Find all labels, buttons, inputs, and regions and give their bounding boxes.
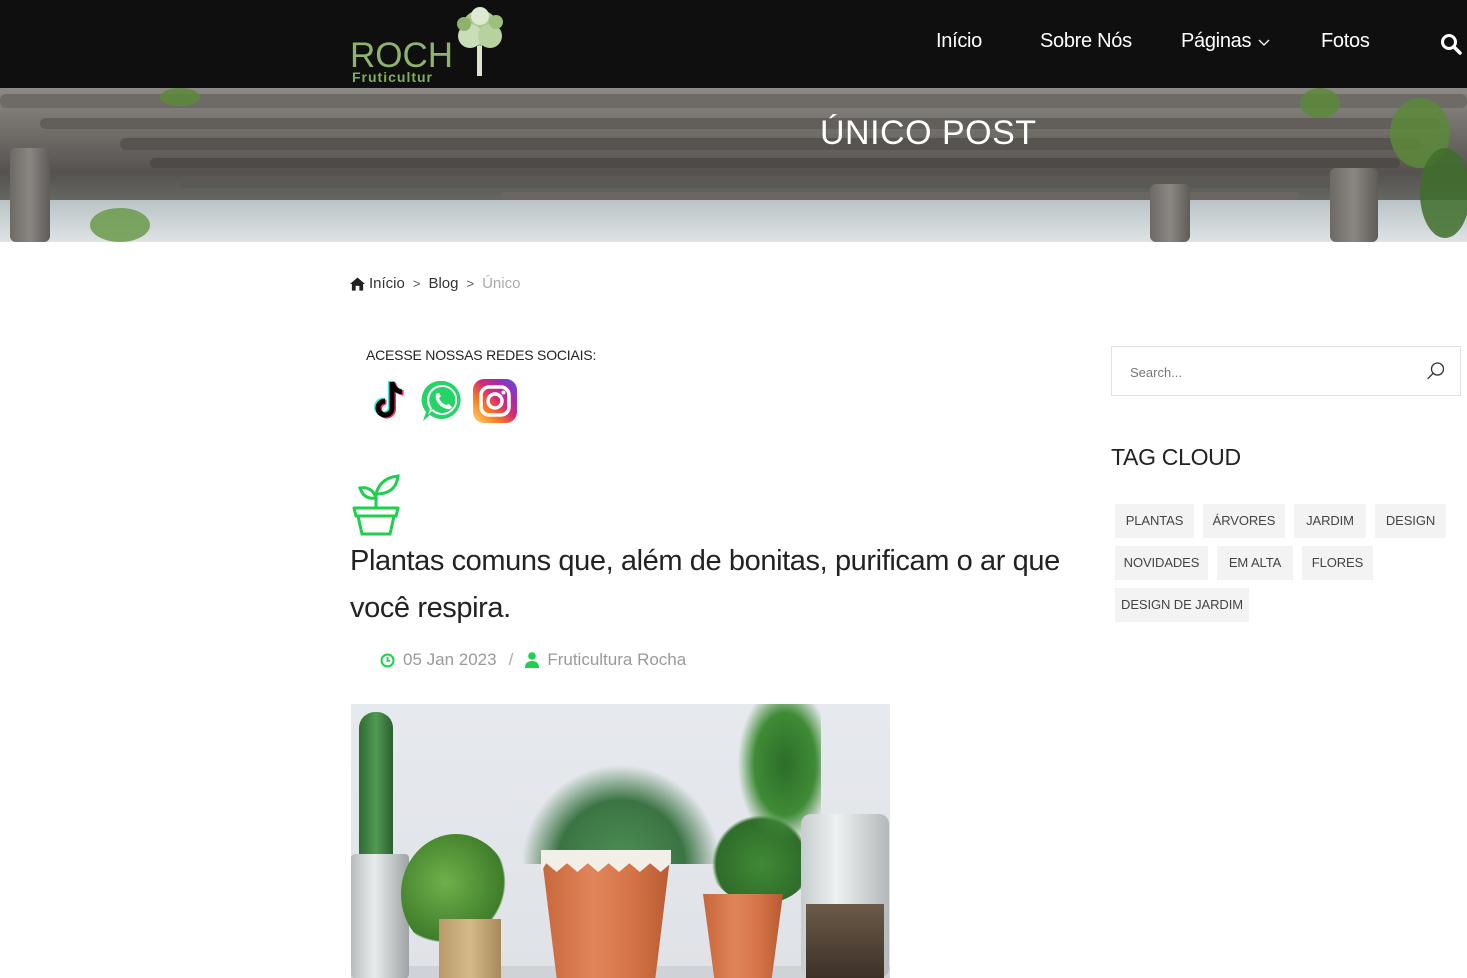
nav-item-fotos[interactable]: Fotos xyxy=(1321,30,1370,53)
sidebar-search xyxy=(1111,346,1461,396)
hero-sky xyxy=(0,200,1467,242)
meta-separator: / xyxy=(508,650,514,669)
whatsapp-icon[interactable] xyxy=(420,378,466,424)
tag-novidades[interactable]: NOVIDADES xyxy=(1115,546,1208,580)
nav-item-paginas-label: Páginas xyxy=(1181,30,1252,52)
hero-banner: ÚNICO POST xyxy=(0,88,1467,242)
search-input[interactable] xyxy=(1130,361,1410,383)
breadcrumb-separator: > xyxy=(412,276,421,291)
tag-em-alta[interactable]: EM ALTA xyxy=(1217,546,1293,580)
search-icon[interactable] xyxy=(1440,33,1462,55)
tag-cloud-title: TAG CLOUD xyxy=(1111,444,1241,470)
plant-pot-icon xyxy=(352,474,400,536)
tree-logo-icon xyxy=(457,7,503,76)
chevron-down-icon xyxy=(1258,39,1270,46)
home-icon xyxy=(350,276,365,291)
tag-plantas[interactable]: PLANTAS xyxy=(1115,504,1194,538)
tag-flores[interactable]: FLORES xyxy=(1302,546,1373,580)
page-title: ÚNICO POST xyxy=(820,114,1037,152)
social-label: ACESSE NOSSAS REDES SOCIAIS: xyxy=(366,347,597,363)
post-author[interactable]: Fruticultura Rocha xyxy=(547,650,686,670)
post-title: Plantas comuns que, além de bonitas, pur… xyxy=(350,545,1060,624)
tag-jardim[interactable]: JARDIM xyxy=(1294,504,1366,538)
post-meta: 05 Jan 2023 / Fruticultura Rocha xyxy=(380,650,686,670)
post-date: 05 Jan 2023 xyxy=(403,650,497,669)
logo-subtext: Fruticultur xyxy=(352,69,433,85)
user-icon xyxy=(525,652,540,668)
post-featured-image xyxy=(351,704,890,978)
tiktok-icon[interactable] xyxy=(368,378,414,424)
site-logo[interactable]: ROCH Fruticultur xyxy=(350,6,515,86)
tag-design[interactable]: DESIGN xyxy=(1375,504,1446,538)
breadcrumb: Início > Blog > Único xyxy=(350,275,520,292)
breadcrumb-current: Único xyxy=(482,275,521,292)
breadcrumb-blog[interactable]: Blog xyxy=(428,275,458,292)
search-icon[interactable] xyxy=(1426,361,1446,381)
clock-icon xyxy=(380,653,395,667)
tag-design-de-jardim[interactable]: DESIGN DE JARDIM xyxy=(1115,588,1249,622)
breadcrumb-home[interactable]: Início xyxy=(369,275,405,292)
nav-item-inicio[interactable]: Início xyxy=(936,30,982,53)
nav-item-paginas[interactable]: Páginas xyxy=(1181,30,1270,53)
nav-item-sobre-nos[interactable]: Sobre Nós xyxy=(1040,30,1132,53)
breadcrumb-separator: > xyxy=(466,276,475,291)
instagram-icon[interactable] xyxy=(472,378,518,424)
top-navigation-bar: ROCH Fruticultur Início Sobre Nós Página… xyxy=(0,0,1467,88)
tag-arvores[interactable]: ÁRVORES xyxy=(1203,504,1285,538)
